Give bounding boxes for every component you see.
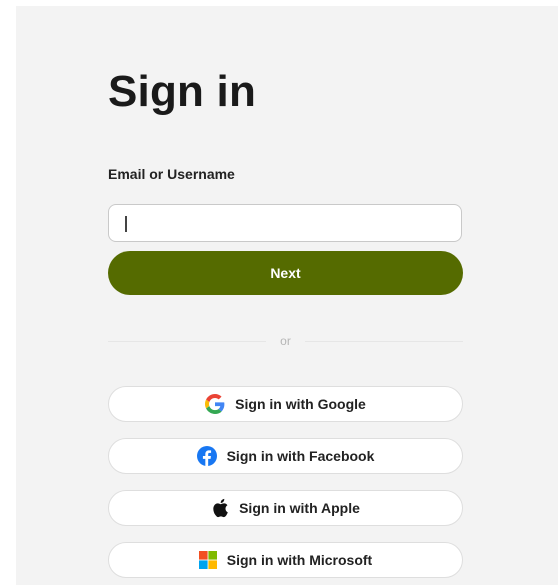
microsoft-icon xyxy=(198,551,217,569)
sign-in-google-button[interactable]: Sign in with Google xyxy=(108,386,463,422)
email-field-wrapper[interactable] xyxy=(108,204,462,242)
sign-in-facebook-button[interactable]: Sign in with Facebook xyxy=(108,438,463,474)
google-button-label: Sign in with Google xyxy=(235,396,366,412)
apple-icon xyxy=(211,498,229,518)
google-icon xyxy=(205,394,225,414)
email-label: Email or Username xyxy=(108,166,235,182)
divider-line-right xyxy=(304,340,464,342)
sign-in-microsoft-button[interactable]: Sign in with Microsoft xyxy=(108,542,463,578)
sign-in-apple-button[interactable]: Sign in with Apple xyxy=(108,490,463,526)
next-button[interactable]: Next xyxy=(108,251,463,295)
facebook-icon xyxy=(196,446,217,466)
microsoft-button-label: Sign in with Microsoft xyxy=(226,552,373,568)
text-cursor xyxy=(125,216,127,232)
or-divider: or xyxy=(108,331,464,351)
page-title: Sign in xyxy=(108,67,257,116)
divider-line-left xyxy=(108,340,267,342)
email-field[interactable] xyxy=(109,205,461,241)
facebook-button-label: Sign in with Facebook xyxy=(226,448,375,464)
divider-text: or xyxy=(280,334,291,348)
apple-button-label: Sign in with Apple xyxy=(239,500,360,516)
